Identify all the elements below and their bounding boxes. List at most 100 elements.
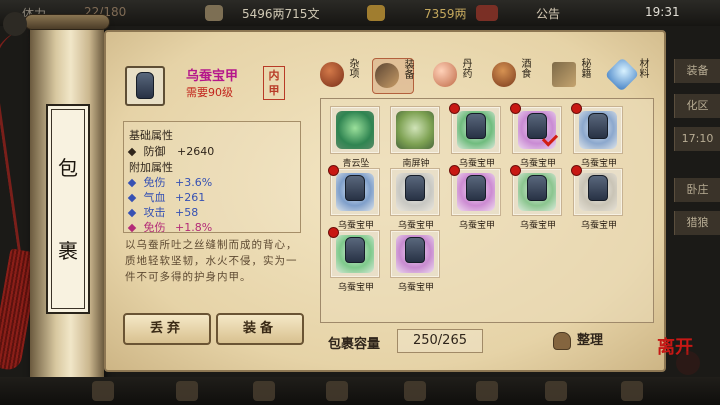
menu-icon-1[interactable] xyxy=(92,381,114,401)
new-item-dot xyxy=(449,103,460,114)
category-label-misc: 杂项 xyxy=(347,58,358,78)
inventory-slot-name: 乌蚕宝甲 xyxy=(458,221,495,231)
inventory-title-plate: 包 裹 xyxy=(46,104,90,314)
base-stat-row: 防御 +2640 xyxy=(127,143,215,159)
misc-icon xyxy=(320,62,344,87)
currency-icon xyxy=(367,5,385,21)
menu-icon-7[interactable] xyxy=(545,381,567,401)
inventory-slot[interactable] xyxy=(390,106,440,154)
category-tab-medicine[interactable]: 丹药 xyxy=(431,58,473,94)
category-label-food: 酒食 xyxy=(519,58,530,78)
bottom-right-decoration xyxy=(676,351,700,375)
menu-icon-2[interactable] xyxy=(176,381,198,401)
category-tab-material[interactable]: 材料 xyxy=(604,57,650,94)
equipment-icon xyxy=(375,63,399,88)
food-icon xyxy=(492,62,516,87)
side-tab-2[interactable]: 化区 xyxy=(674,94,720,118)
category-label-material: 材料 xyxy=(637,58,648,78)
category-tab-food[interactable]: 酒食 xyxy=(490,58,532,94)
manual-icon xyxy=(552,62,576,87)
extra-stat-row-1: 免伤 +3.6% xyxy=(127,174,213,190)
extra-stat-row-2: 气血 +261 xyxy=(127,189,206,205)
extra-stat-value-4: +1.8% xyxy=(175,221,213,234)
armor-icon xyxy=(405,175,425,201)
currency-value: 7359两 xyxy=(424,7,467,21)
armor-icon xyxy=(527,113,547,139)
new-item-dot xyxy=(571,165,582,176)
selected-item-name: 乌蚕宝甲 xyxy=(186,69,239,84)
extra-stat-label-3: 攻击 xyxy=(143,206,166,219)
scroll-cap-top xyxy=(24,14,110,30)
discard-button[interactable]: 丢弃 xyxy=(123,313,211,345)
organize-label: 整理 xyxy=(577,333,604,348)
menu-icon-4[interactable] xyxy=(326,381,348,401)
inventory-slot-name: 乌蚕宝甲 xyxy=(580,221,617,231)
armor-icon xyxy=(588,175,608,201)
armor-icon xyxy=(527,175,547,201)
inventory-slot[interactable] xyxy=(390,230,440,278)
inventory-slot[interactable] xyxy=(512,168,562,216)
organize-button[interactable]: 整理 xyxy=(553,329,615,353)
new-item-dot xyxy=(571,103,582,114)
inventory-slot-name: 乌蚕宝甲 xyxy=(337,283,374,293)
inventory-slot[interactable] xyxy=(512,106,562,154)
new-item-dot xyxy=(449,165,460,176)
menu-icon-3[interactable] xyxy=(253,381,275,401)
side-tab-5[interactable]: 猎狼 xyxy=(674,211,720,235)
inventory-slot[interactable] xyxy=(573,168,623,216)
menu-icon-5[interactable] xyxy=(404,381,426,401)
inventory-slot[interactable] xyxy=(330,106,380,154)
menu-icon-8[interactable] xyxy=(621,381,643,401)
extra-stat-diamond-icon xyxy=(127,223,137,233)
extra-stat-diamond-icon xyxy=(127,193,137,203)
money-value: 5496两715文 xyxy=(242,7,320,21)
top-left-decoration xyxy=(3,12,27,36)
category-tab-equipment[interactable]: 装备 xyxy=(372,58,414,94)
selected-item-slot: 内甲 xyxy=(263,66,285,100)
inventory-slot[interactable] xyxy=(573,106,623,154)
inventory-slot[interactable] xyxy=(330,230,380,278)
inventory-slot-name: 乌蚕宝甲 xyxy=(397,283,434,293)
selected-item-requirement: 需要90级 xyxy=(186,86,233,99)
extra-stat-row-4: 免伤 +1.8% xyxy=(127,219,213,235)
armor-icon xyxy=(345,175,365,201)
inventory-slot[interactable] xyxy=(451,168,501,216)
medicine-icon xyxy=(433,62,457,87)
extra-stat-value-3: +58 xyxy=(175,206,199,219)
new-item-dot xyxy=(510,103,521,114)
bottom-menu-bar xyxy=(0,377,720,405)
extra-stat-value-1: +3.6% xyxy=(175,176,213,189)
inventory-slot[interactable] xyxy=(451,106,501,154)
category-label-medicine: 丹药 xyxy=(460,58,471,78)
recharge-icon[interactable] xyxy=(476,5,498,21)
base-stat-value: +2640 xyxy=(177,145,215,158)
category-tab-manual[interactable]: 秘籍 xyxy=(550,58,592,94)
announcement-label[interactable]: 公告 xyxy=(536,5,560,22)
menu-icon-6[interactable] xyxy=(476,381,498,401)
extra-stat-value-2: +261 xyxy=(175,191,206,204)
side-tab-3[interactable]: 17:10 xyxy=(674,127,720,151)
side-tab-4[interactable]: 卧庄 xyxy=(674,178,720,202)
extra-stat-row-3: 攻击 +58 xyxy=(127,204,199,220)
selected-item-slot-text: 内甲 xyxy=(268,69,280,97)
extra-stat-label-4: 免伤 xyxy=(143,221,166,234)
armor-icon xyxy=(136,72,154,99)
capacity-value: 250/265 xyxy=(397,329,483,353)
inventory-slot[interactable] xyxy=(330,168,380,216)
title-char-2: 裹 xyxy=(58,239,78,263)
new-item-dot xyxy=(328,227,339,238)
inventory-slot[interactable] xyxy=(390,168,440,216)
base-stat-label: 防御 xyxy=(143,145,166,158)
base-stat-diamond-icon xyxy=(127,147,137,157)
extra-stat-label-2: 气血 xyxy=(143,191,166,204)
category-label-equipment: 装备 xyxy=(402,59,413,79)
category-tab-misc[interactable]: 杂项 xyxy=(318,58,360,94)
title-char-1: 包 xyxy=(58,156,78,180)
new-item-dot xyxy=(328,165,339,176)
equip-button[interactable]: 装备 xyxy=(216,313,304,345)
bell-icon xyxy=(396,111,434,149)
side-tab-1[interactable]: 装备 xyxy=(674,59,720,83)
base-stat-heading: 基础属性 xyxy=(129,129,173,142)
time-label: 19:31 xyxy=(645,5,680,19)
armor-icon xyxy=(466,175,486,201)
